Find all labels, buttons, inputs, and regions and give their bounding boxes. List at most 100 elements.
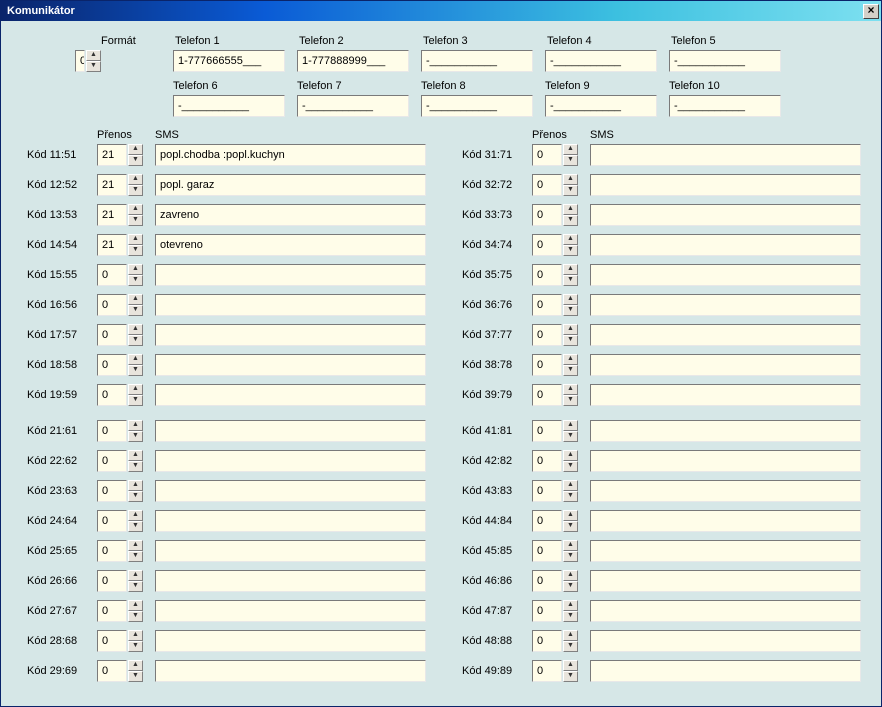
prenos-input[interactable]: 0	[532, 600, 562, 622]
sms-input[interactable]	[590, 354, 861, 376]
spin-up-icon[interactable]: ▲	[563, 570, 578, 581]
prenos-input[interactable]: 0	[97, 540, 127, 562]
prenos-input[interactable]: 21	[97, 234, 127, 256]
phone-input-8[interactable]: -___________	[421, 95, 533, 117]
spin-up-icon[interactable]: ▲	[563, 660, 578, 671]
spin-down-icon[interactable]: ▼	[128, 431, 143, 442]
sms-input[interactable]	[590, 144, 861, 166]
spin-up-icon[interactable]: ▲	[563, 174, 578, 185]
spin-up-icon[interactable]: ▲	[563, 144, 578, 155]
sms-input[interactable]	[590, 570, 861, 592]
sms-input[interactable]	[590, 294, 861, 316]
prenos-input[interactable]: 0	[97, 324, 127, 346]
prenos-input[interactable]: 0	[97, 354, 127, 376]
spin-down-icon[interactable]: ▼	[563, 185, 578, 196]
spin-up-icon[interactable]: ▲	[128, 630, 143, 641]
sms-input[interactable]	[590, 450, 861, 472]
prenos-input[interactable]: 21	[97, 144, 127, 166]
sms-input[interactable]	[590, 234, 861, 256]
sms-input[interactable]	[155, 630, 426, 652]
spin-up-icon[interactable]: ▲	[128, 294, 143, 305]
spin-up-icon[interactable]: ▲	[128, 144, 143, 155]
prenos-input[interactable]: 0	[532, 384, 562, 406]
spin-down-icon[interactable]: ▼	[563, 551, 578, 562]
prenos-input[interactable]: 0	[532, 294, 562, 316]
sms-input[interactable]	[155, 510, 426, 532]
sms-input[interactable]	[590, 600, 861, 622]
spin-down-icon[interactable]: ▼	[563, 215, 578, 226]
spin-up-icon[interactable]: ▲	[563, 354, 578, 365]
spin-up-icon[interactable]: ▲	[563, 540, 578, 551]
phone-input-1[interactable]: 1-777666555___	[173, 50, 285, 72]
spin-up-icon[interactable]: ▲	[563, 450, 578, 461]
sms-input[interactable]	[590, 420, 861, 442]
phone-input-7[interactable]: -___________	[297, 95, 409, 117]
phone-input-10[interactable]: -___________	[669, 95, 781, 117]
sms-input[interactable]	[590, 324, 861, 346]
prenos-input[interactable]: 0	[97, 570, 127, 592]
sms-input[interactable]	[590, 384, 861, 406]
spin-up-icon[interactable]: ▲	[86, 50, 101, 61]
sms-input[interactable]	[155, 294, 426, 316]
phone-input-6[interactable]: -___________	[173, 95, 285, 117]
sms-input[interactable]: popl. garaz	[155, 174, 426, 196]
prenos-input[interactable]: 0	[532, 630, 562, 652]
spin-down-icon[interactable]: ▼	[128, 305, 143, 316]
spin-down-icon[interactable]: ▼	[563, 395, 578, 406]
prenos-input[interactable]: 0	[97, 294, 127, 316]
prenos-input[interactable]: 0	[97, 660, 127, 682]
sms-input[interactable]	[590, 630, 861, 652]
sms-input[interactable]	[155, 420, 426, 442]
prenos-input[interactable]: 0	[97, 264, 127, 286]
spin-down-icon[interactable]: ▼	[128, 155, 143, 166]
prenos-input[interactable]: 0	[532, 540, 562, 562]
spin-down-icon[interactable]: ▼	[128, 611, 143, 622]
prenos-input[interactable]: 21	[97, 204, 127, 226]
sms-input[interactable]	[155, 354, 426, 376]
spin-down-icon[interactable]: ▼	[128, 551, 143, 562]
sms-input[interactable]	[155, 324, 426, 346]
spin-up-icon[interactable]: ▲	[563, 204, 578, 215]
format-input[interactable]: 0	[75, 50, 85, 72]
prenos-input[interactable]: 0	[532, 480, 562, 502]
spin-down-icon[interactable]: ▼	[128, 641, 143, 652]
sms-input[interactable]	[590, 204, 861, 226]
sms-input[interactable]	[590, 174, 861, 196]
spin-up-icon[interactable]: ▲	[128, 570, 143, 581]
spin-down-icon[interactable]: ▼	[128, 581, 143, 592]
sms-input[interactable]	[155, 600, 426, 622]
spin-down-icon[interactable]: ▼	[563, 431, 578, 442]
sms-input[interactable]	[155, 540, 426, 562]
sms-input[interactable]	[155, 450, 426, 472]
spin-up-icon[interactable]: ▲	[128, 384, 143, 395]
prenos-input[interactable]: 0	[532, 660, 562, 682]
spin-down-icon[interactable]: ▼	[128, 521, 143, 532]
spin-up-icon[interactable]: ▲	[563, 264, 578, 275]
prenos-input[interactable]: 0	[532, 420, 562, 442]
prenos-input[interactable]: 0	[97, 510, 127, 532]
phone-input-2[interactable]: 1-777888999___	[297, 50, 409, 72]
spin-down-icon[interactable]: ▼	[563, 305, 578, 316]
sms-input[interactable]	[590, 510, 861, 532]
prenos-input[interactable]: 0	[532, 510, 562, 532]
prenos-input[interactable]: 0	[532, 264, 562, 286]
prenos-input[interactable]: 0	[97, 630, 127, 652]
spin-down-icon[interactable]: ▼	[128, 275, 143, 286]
spin-up-icon[interactable]: ▲	[563, 294, 578, 305]
phone-input-3[interactable]: -___________	[421, 50, 533, 72]
spin-down-icon[interactable]: ▼	[128, 365, 143, 376]
sms-input[interactable]	[155, 660, 426, 682]
prenos-input[interactable]: 0	[532, 354, 562, 376]
prenos-input[interactable]: 0	[97, 600, 127, 622]
spin-up-icon[interactable]: ▲	[128, 660, 143, 671]
spin-up-icon[interactable]: ▲	[128, 204, 143, 215]
spin-down-icon[interactable]: ▼	[86, 61, 101, 72]
spin-up-icon[interactable]: ▲	[563, 630, 578, 641]
spin-up-icon[interactable]: ▲	[128, 600, 143, 611]
sms-input[interactable]	[155, 264, 426, 286]
sms-input[interactable]	[590, 660, 861, 682]
spin-down-icon[interactable]: ▼	[563, 611, 578, 622]
spin-down-icon[interactable]: ▼	[563, 581, 578, 592]
spin-down-icon[interactable]: ▼	[128, 245, 143, 256]
sms-input[interactable]	[155, 384, 426, 406]
